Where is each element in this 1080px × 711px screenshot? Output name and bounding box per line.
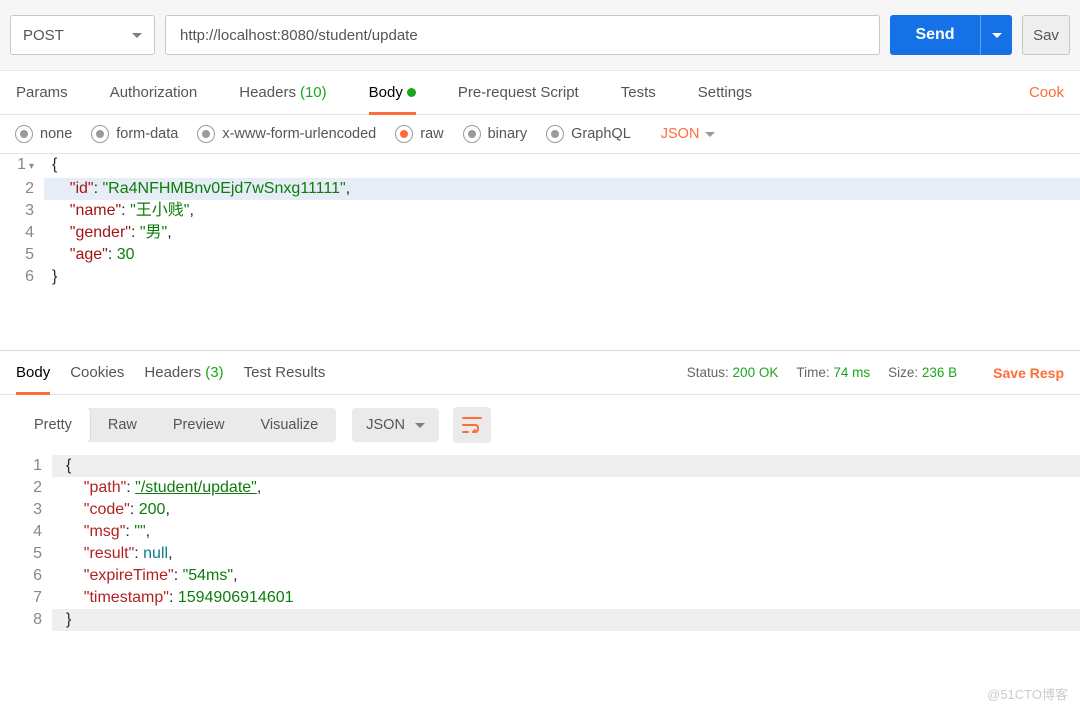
resp-tab-cookies[interactable]: Cookies (70, 351, 124, 394)
chevron-down-icon (132, 33, 142, 38)
view-mode-segment: Pretty Raw Preview Visualize (16, 408, 336, 442)
response-header: Body Cookies Headers (3) Test Results St… (0, 350, 1080, 395)
watermark: @51CTO博客 (987, 684, 1068, 703)
chevron-down-icon (992, 33, 1002, 38)
save-button[interactable]: Sav (1022, 15, 1070, 55)
send-button[interactable]: Send (890, 15, 980, 55)
size-value: 236 B (922, 365, 957, 380)
request-editor[interactable]: 1▾{ 2 "id": "Ra4NFHMBnv0Ejd7wSnxg11111",… (0, 154, 1080, 350)
body-raw[interactable]: raw (396, 126, 443, 142)
url-input[interactable] (165, 15, 880, 55)
wrap-icon (462, 417, 482, 433)
view-pretty[interactable]: Pretty (16, 408, 91, 442)
body-language-value: JSON (661, 126, 700, 142)
chevron-down-icon (415, 423, 425, 428)
tab-headers-count: (10) (300, 84, 327, 101)
view-visualize[interactable]: Visualize (242, 408, 336, 442)
body-graphql[interactable]: GraphQL (547, 126, 631, 142)
request-bar: POST Send Sav (0, 0, 1080, 71)
radio-icon (396, 126, 412, 142)
wrap-lines-button[interactable] (453, 407, 491, 443)
chevron-down-icon (705, 132, 715, 137)
resp-tab-tests[interactable]: Test Results (244, 351, 326, 394)
response-body[interactable]: 1{ 2 "path": "/student/update", 3 "code"… (0, 455, 1080, 631)
tab-settings[interactable]: Settings (698, 71, 752, 114)
response-toolbar: Pretty Raw Preview Visualize JSON (0, 395, 1080, 455)
tab-headers[interactable]: Headers (10) (239, 71, 326, 114)
view-raw[interactable]: Raw (90, 408, 155, 442)
body-form-data[interactable]: form-data (92, 126, 178, 142)
response-tabs: Body Cookies Headers (3) Test Results (16, 351, 325, 394)
request-tabs: Params Authorization Headers (10) Body P… (0, 71, 1080, 115)
cookies-link[interactable]: Cook (1029, 71, 1064, 114)
send-group: Send (890, 15, 1012, 55)
view-preview[interactable]: Preview (155, 408, 243, 442)
time-value: 74 ms (833, 365, 870, 380)
tab-authorization[interactable]: Authorization (110, 71, 198, 114)
tab-body-label: Body (369, 84, 403, 101)
tab-tests[interactable]: Tests (621, 71, 656, 114)
body-binary[interactable]: binary (464, 126, 528, 142)
save-response-button[interactable]: Save Resp (993, 365, 1064, 381)
response-meta: Status: 200 OK Time: 74 ms Size: 236 B S… (687, 365, 1064, 381)
method-dropdown[interactable]: POST (10, 15, 155, 55)
method-value: POST (23, 27, 64, 44)
radio-icon (16, 126, 32, 142)
status-value: 200 OK (733, 365, 779, 380)
body-language-dropdown[interactable]: JSON (661, 126, 716, 142)
body-urlencoded[interactable]: x-www-form-urlencoded (198, 126, 376, 142)
tab-params[interactable]: Params (16, 71, 68, 114)
tab-prerequest[interactable]: Pre-request Script (458, 71, 579, 114)
dot-icon (407, 88, 416, 97)
radio-icon (92, 126, 108, 142)
radio-icon (464, 126, 480, 142)
body-none[interactable]: none (16, 126, 72, 142)
tab-headers-label: Headers (239, 84, 296, 101)
send-dropdown[interactable] (980, 15, 1012, 55)
body-type-row: none form-data x-www-form-urlencoded raw… (0, 115, 1080, 154)
response-format-dropdown[interactable]: JSON (352, 408, 439, 442)
tab-body[interactable]: Body (369, 71, 416, 114)
radio-icon (547, 126, 563, 142)
radio-icon (198, 126, 214, 142)
resp-tab-body[interactable]: Body (16, 351, 50, 394)
resp-tab-headers[interactable]: Headers (3) (144, 351, 223, 394)
